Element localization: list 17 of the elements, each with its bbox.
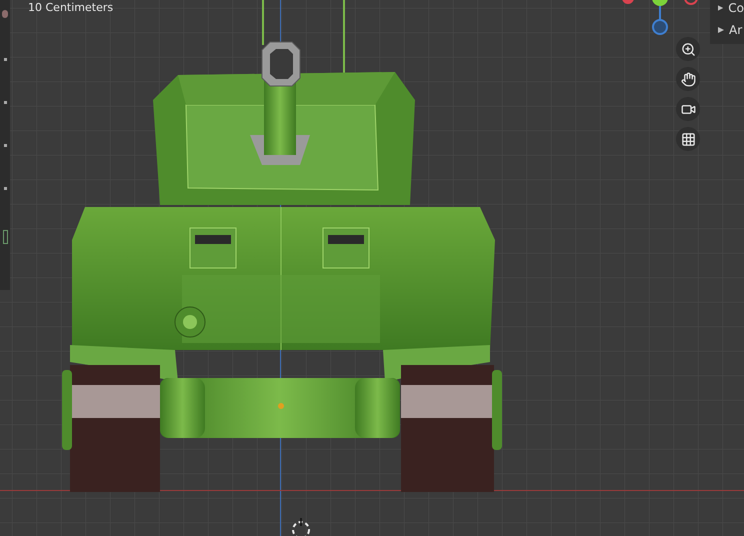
expand-arrow-icon[interactable]: [718, 27, 724, 33]
outliner-item[interactable]: Ar: [729, 23, 742, 37]
tool-icon[interactable]: [4, 187, 6, 190]
outliner-item[interactable]: Co: [728, 1, 744, 15]
expand-arrow-icon[interactable]: [718, 5, 724, 11]
tool-icon[interactable]: [2, 230, 8, 244]
3d-cursor-icon: [290, 516, 312, 536]
guide-line: [262, 0, 264, 45]
tool-icon[interactable]: [4, 101, 6, 104]
tool-icon[interactable]: [2, 10, 8, 18]
axis-gizmo-drawing[interactable]: [620, 0, 700, 37]
zoom-icon: [680, 42, 696, 56]
hand-icon: [680, 72, 696, 86]
tool-icon[interactable]: [4, 58, 6, 61]
scale-label: 10 Centimeters: [28, 1, 114, 14]
tool-icon[interactable]: [4, 144, 6, 147]
grid-icon: [680, 132, 696, 146]
